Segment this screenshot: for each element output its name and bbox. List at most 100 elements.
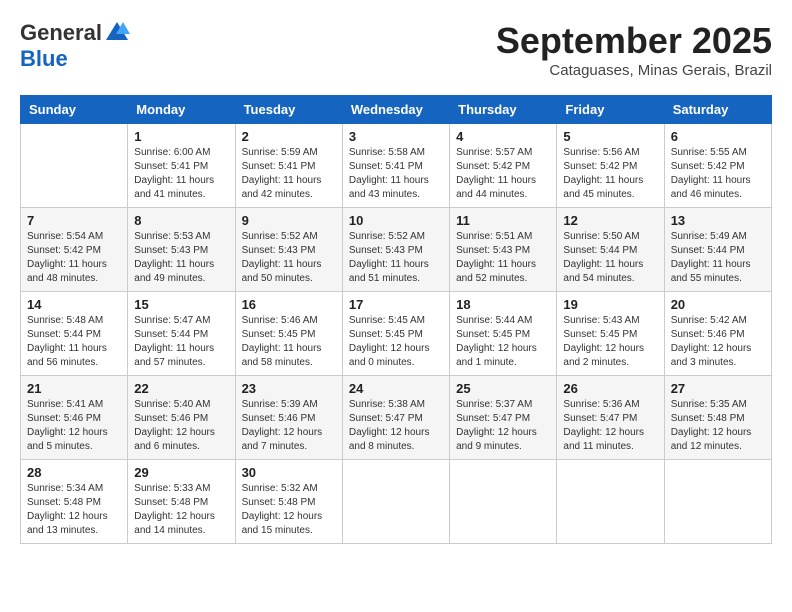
sunrise-text: Sunrise: 5:46 AM xyxy=(242,315,318,326)
day-number: 1 xyxy=(134,129,228,144)
sunrise-text: Sunrise: 5:48 AM xyxy=(27,315,103,326)
day-number: 21 xyxy=(27,381,121,396)
daylight-text: Daylight: 12 hours and 11 minutes. xyxy=(563,427,644,452)
day-number: 20 xyxy=(671,297,765,312)
sunset-text: Sunset: 5:46 PM xyxy=(134,413,208,424)
daylight-text: Daylight: 12 hours and 14 minutes. xyxy=(134,511,215,536)
sunset-text: Sunset: 5:45 PM xyxy=(242,329,316,340)
daylight-text: Daylight: 12 hours and 3 minutes. xyxy=(671,343,752,368)
day-number: 25 xyxy=(456,381,550,396)
sunrise-text: Sunrise: 5:50 AM xyxy=(563,231,639,242)
sunset-text: Sunset: 5:48 PM xyxy=(242,497,316,508)
day-number: 30 xyxy=(242,465,336,480)
sunrise-text: Sunrise: 5:57 AM xyxy=(456,147,532,158)
sunset-text: Sunset: 5:44 PM xyxy=(27,329,101,340)
day-number: 2 xyxy=(242,129,336,144)
sunset-text: Sunset: 5:46 PM xyxy=(27,413,101,424)
daylight-text: Daylight: 11 hours and 54 minutes. xyxy=(563,259,643,284)
cell-info: Sunrise: 5:33 AM Sunset: 5:48 PM Dayligh… xyxy=(134,482,228,538)
day-number: 28 xyxy=(27,465,121,480)
sunrise-text: Sunrise: 5:52 AM xyxy=(242,231,318,242)
column-header-tuesday: Tuesday xyxy=(235,96,342,124)
logo-icon xyxy=(104,20,130,46)
location-subtitle: Cataguases, Minas Gerais, Brazil xyxy=(496,62,772,79)
day-number: 12 xyxy=(563,213,657,228)
day-number: 6 xyxy=(671,129,765,144)
day-number: 16 xyxy=(242,297,336,312)
sunset-text: Sunset: 5:41 PM xyxy=(134,161,208,172)
cell-info: Sunrise: 5:51 AM Sunset: 5:43 PM Dayligh… xyxy=(456,230,550,286)
day-number: 29 xyxy=(134,465,228,480)
cell-info: Sunrise: 5:36 AM Sunset: 5:47 PM Dayligh… xyxy=(563,398,657,454)
sunrise-text: Sunrise: 5:33 AM xyxy=(134,483,210,494)
column-header-saturday: Saturday xyxy=(664,96,771,124)
cell-info: Sunrise: 5:54 AM Sunset: 5:42 PM Dayligh… xyxy=(27,230,121,286)
sunset-text: Sunset: 5:41 PM xyxy=(242,161,316,172)
sunset-text: Sunset: 5:47 PM xyxy=(563,413,637,424)
day-number: 19 xyxy=(563,297,657,312)
calendar-cell: 28 Sunrise: 5:34 AM Sunset: 5:48 PM Dayl… xyxy=(21,460,128,544)
sunrise-text: Sunrise: 5:52 AM xyxy=(349,231,425,242)
calendar-header-row: SundayMondayTuesdayWednesdayThursdayFrid… xyxy=(21,96,772,124)
sunset-text: Sunset: 5:46 PM xyxy=(242,413,316,424)
sunset-text: Sunset: 5:44 PM xyxy=(563,245,637,256)
sunset-text: Sunset: 5:42 PM xyxy=(671,161,745,172)
cell-info: Sunrise: 5:38 AM Sunset: 5:47 PM Dayligh… xyxy=(349,398,443,454)
calendar-cell: 25 Sunrise: 5:37 AM Sunset: 5:47 PM Dayl… xyxy=(450,376,557,460)
calendar-cell xyxy=(342,460,449,544)
calendar-cell: 9 Sunrise: 5:52 AM Sunset: 5:43 PM Dayli… xyxy=(235,208,342,292)
daylight-text: Daylight: 12 hours and 15 minutes. xyxy=(242,511,323,536)
calendar-cell: 10 Sunrise: 5:52 AM Sunset: 5:43 PM Dayl… xyxy=(342,208,449,292)
cell-info: Sunrise: 5:37 AM Sunset: 5:47 PM Dayligh… xyxy=(456,398,550,454)
calendar-week-row: 7 Sunrise: 5:54 AM Sunset: 5:42 PM Dayli… xyxy=(21,208,772,292)
cell-info: Sunrise: 6:00 AM Sunset: 5:41 PM Dayligh… xyxy=(134,146,228,202)
sunrise-text: Sunrise: 6:00 AM xyxy=(134,147,210,158)
daylight-text: Daylight: 12 hours and 6 minutes. xyxy=(134,427,215,452)
calendar-cell: 6 Sunrise: 5:55 AM Sunset: 5:42 PM Dayli… xyxy=(664,124,771,208)
sunset-text: Sunset: 5:42 PM xyxy=(563,161,637,172)
calendar-table: SundayMondayTuesdayWednesdayThursdayFrid… xyxy=(20,95,772,544)
calendar-cell: 13 Sunrise: 5:49 AM Sunset: 5:44 PM Dayl… xyxy=(664,208,771,292)
daylight-text: Daylight: 12 hours and 5 minutes. xyxy=(27,427,108,452)
daylight-text: Daylight: 11 hours and 44 minutes. xyxy=(456,175,536,200)
calendar-cell: 15 Sunrise: 5:47 AM Sunset: 5:44 PM Dayl… xyxy=(128,292,235,376)
calendar-week-row: 14 Sunrise: 5:48 AM Sunset: 5:44 PM Dayl… xyxy=(21,292,772,376)
sunset-text: Sunset: 5:41 PM xyxy=(349,161,423,172)
day-number: 24 xyxy=(349,381,443,396)
daylight-text: Daylight: 11 hours and 49 minutes. xyxy=(134,259,214,284)
cell-info: Sunrise: 5:49 AM Sunset: 5:44 PM Dayligh… xyxy=(671,230,765,286)
sunset-text: Sunset: 5:45 PM xyxy=(563,329,637,340)
sunset-text: Sunset: 5:42 PM xyxy=(27,245,101,256)
sunset-text: Sunset: 5:46 PM xyxy=(671,329,745,340)
cell-info: Sunrise: 5:55 AM Sunset: 5:42 PM Dayligh… xyxy=(671,146,765,202)
daylight-text: Daylight: 12 hours and 0 minutes. xyxy=(349,343,430,368)
sunrise-text: Sunrise: 5:42 AM xyxy=(671,315,747,326)
sunrise-text: Sunrise: 5:47 AM xyxy=(134,315,210,326)
calendar-cell: 26 Sunrise: 5:36 AM Sunset: 5:47 PM Dayl… xyxy=(557,376,664,460)
cell-info: Sunrise: 5:39 AM Sunset: 5:46 PM Dayligh… xyxy=(242,398,336,454)
daylight-text: Daylight: 11 hours and 50 minutes. xyxy=(242,259,322,284)
calendar-cell: 23 Sunrise: 5:39 AM Sunset: 5:46 PM Dayl… xyxy=(235,376,342,460)
daylight-text: Daylight: 12 hours and 12 minutes. xyxy=(671,427,752,452)
cell-info: Sunrise: 5:45 AM Sunset: 5:45 PM Dayligh… xyxy=(349,314,443,370)
cell-info: Sunrise: 5:52 AM Sunset: 5:43 PM Dayligh… xyxy=(349,230,443,286)
daylight-text: Daylight: 12 hours and 2 minutes. xyxy=(563,343,644,368)
cell-info: Sunrise: 5:48 AM Sunset: 5:44 PM Dayligh… xyxy=(27,314,121,370)
sunset-text: Sunset: 5:47 PM xyxy=(456,413,530,424)
cell-info: Sunrise: 5:42 AM Sunset: 5:46 PM Dayligh… xyxy=(671,314,765,370)
day-number: 11 xyxy=(456,213,550,228)
sunset-text: Sunset: 5:44 PM xyxy=(671,245,745,256)
sunrise-text: Sunrise: 5:40 AM xyxy=(134,399,210,410)
sunrise-text: Sunrise: 5:49 AM xyxy=(671,231,747,242)
daylight-text: Daylight: 11 hours and 45 minutes. xyxy=(563,175,643,200)
day-number: 5 xyxy=(563,129,657,144)
calendar-cell: 18 Sunrise: 5:44 AM Sunset: 5:45 PM Dayl… xyxy=(450,292,557,376)
calendar-cell: 20 Sunrise: 5:42 AM Sunset: 5:46 PM Dayl… xyxy=(664,292,771,376)
daylight-text: Daylight: 11 hours and 48 minutes. xyxy=(27,259,107,284)
day-number: 10 xyxy=(349,213,443,228)
sunrise-text: Sunrise: 5:32 AM xyxy=(242,483,318,494)
day-number: 22 xyxy=(134,381,228,396)
day-number: 15 xyxy=(134,297,228,312)
daylight-text: Daylight: 11 hours and 41 minutes. xyxy=(134,175,214,200)
cell-info: Sunrise: 5:58 AM Sunset: 5:41 PM Dayligh… xyxy=(349,146,443,202)
